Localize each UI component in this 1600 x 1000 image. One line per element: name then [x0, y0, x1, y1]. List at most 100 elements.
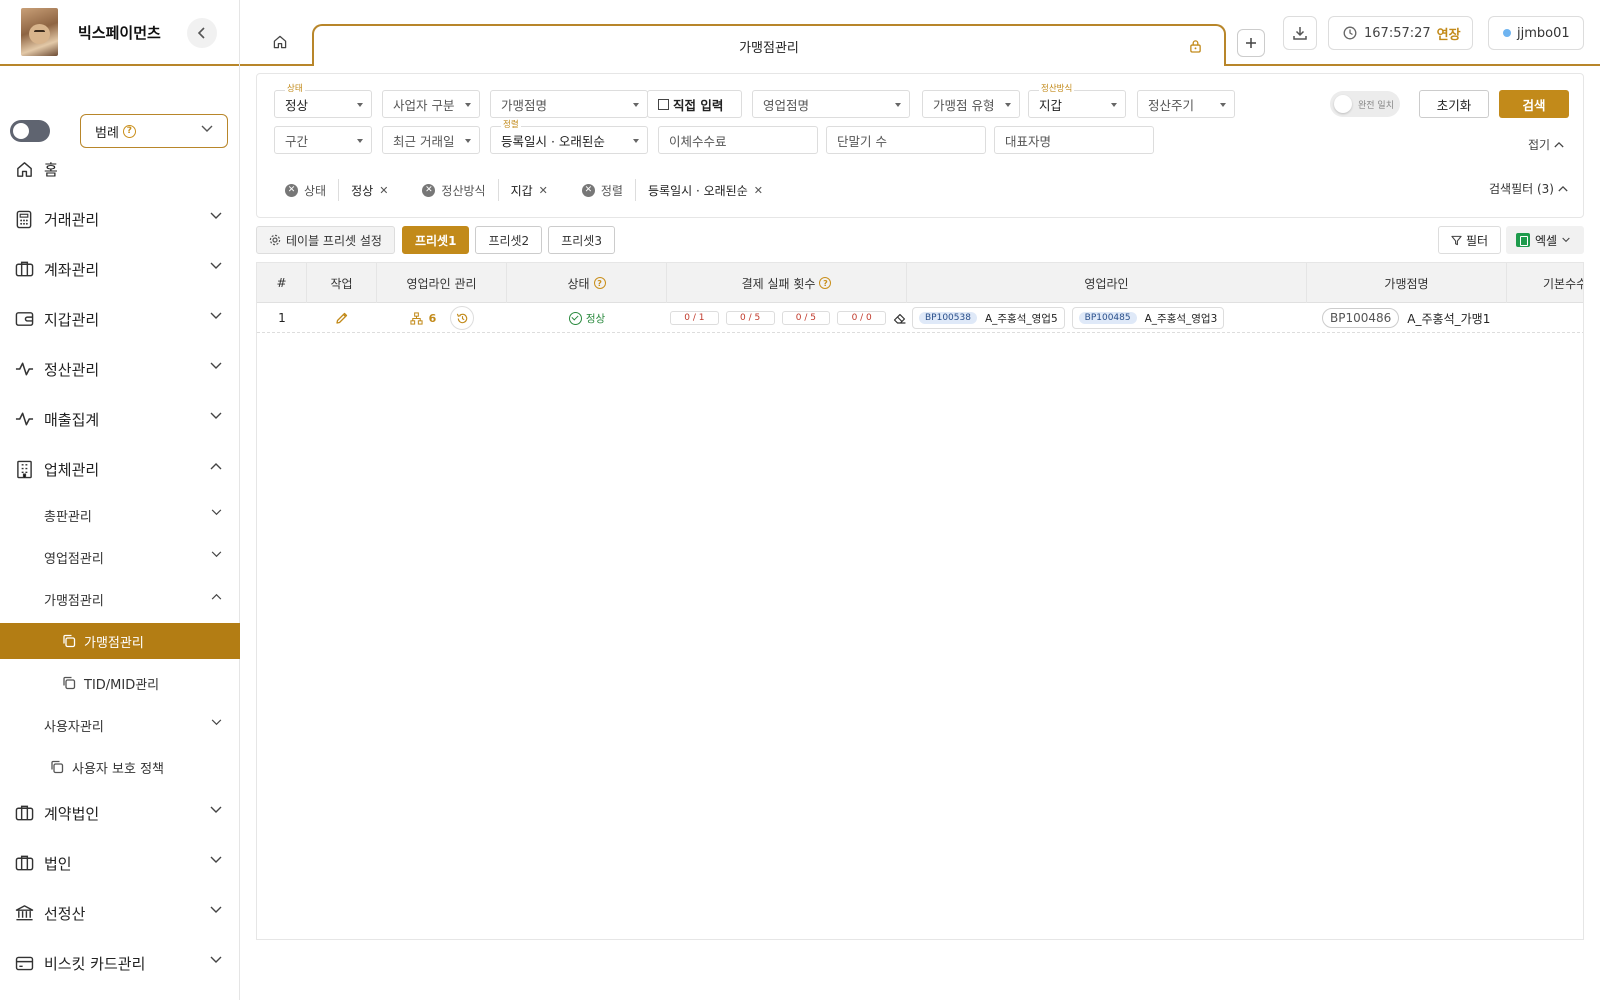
search-button[interactable]: 검색 [1499, 90, 1569, 118]
sidebar-item-biscuit-card[interactable]: 비스킷 카드관리 [0, 938, 240, 988]
sidebar-leaf-user-policy[interactable]: 사용자 보호 정책 [0, 746, 240, 788]
online-status-dot [1503, 29, 1511, 37]
excel-export-button[interactable]: 엑셀 [1506, 226, 1584, 254]
column-filter-button[interactable]: 필터 [1438, 226, 1502, 254]
sidebar-item-transactions[interactable]: 거래관리 [0, 194, 240, 244]
hierarchy-icon[interactable] [410, 311, 423, 325]
user-menu[interactable]: jjmbo01 [1488, 16, 1584, 50]
terminal-count-input[interactable]: 단말기 수 [826, 126, 986, 154]
sales-line-manage-cell: 6 [377, 303, 507, 333]
active-filter-chips: ✕ 상태 정상 ✕ ✕ 정산방식 지갑 ✕ ✕ 정렬 등록일시 · 오래된순 ✕ [285, 179, 781, 201]
merchant-type-select[interactable]: 가맹점 유형 [922, 90, 1020, 118]
table-row[interactable]: 1 6 정상 0 / 1 0 / 5 0 / 5 0 / 0 BP100538 … [257, 303, 1583, 333]
close-icon[interactable]: ✕ [379, 184, 388, 197]
edit-button[interactable] [307, 303, 377, 333]
settle-cycle-select[interactable]: 정산주기 [1137, 90, 1235, 118]
settle-method-select[interactable]: 정산방식 지갑 [1028, 82, 1126, 118]
chevron-left-icon [197, 27, 205, 39]
chevron-down-icon [210, 806, 222, 813]
sales-line-name: A_주홍석_영업5 [984, 312, 1058, 325]
sidebar-item-label: 거래관리 [44, 210, 100, 229]
exact-match-toggle[interactable]: 완전 일치 [1330, 91, 1400, 117]
close-icon[interactable]: ✕ [754, 184, 763, 197]
copy-icon [63, 634, 76, 648]
sidebar-item-label: 비스킷 카드관리 [44, 954, 146, 973]
recent-tx-select[interactable]: 최근 거래일 [382, 126, 480, 154]
theme-toggle[interactable] [10, 120, 50, 142]
chip-key: 정렬 [600, 183, 623, 198]
remove-filter-icon[interactable]: ✕ [422, 183, 436, 197]
sort-select[interactable]: 정렬 등록일시 · 오래된순 [490, 118, 648, 154]
sidebar-item-corp[interactable]: 법인 [0, 838, 240, 888]
history-button[interactable] [450, 306, 475, 330]
sidebar-item-contract-corp[interactable]: 계약법인 [0, 788, 240, 838]
sales-name-placeholder: 영업점명 [763, 97, 810, 113]
column-header-merchant-name[interactable]: 가맹점명 [1307, 263, 1507, 303]
home-tab[interactable] [272, 34, 288, 54]
close-icon[interactable]: ✕ [539, 184, 548, 197]
chevron-down-icon [211, 719, 222, 726]
eraser-icon[interactable] [893, 312, 907, 325]
column-header-index[interactable]: # [257, 263, 307, 303]
brand-avatar [21, 8, 58, 56]
merchant-name-select[interactable]: 가맹점명 [490, 90, 648, 118]
sidebar-item-sales-summary[interactable]: 매출집계 [0, 394, 240, 444]
merchant-type-placeholder: 가맹점 유형 [933, 97, 995, 113]
search-filter-toggle[interactable]: 검색필터 (3) [1489, 180, 1568, 197]
legend-select[interactable]: 범례 ? [80, 114, 228, 148]
sales-line-tag[interactable]: BP100538 A_주홍석_영업5 [912, 307, 1065, 329]
biz-type-select[interactable]: 사업자 구분 [382, 90, 480, 118]
add-tab-button[interactable] [1237, 29, 1265, 57]
column-header-status[interactable]: 상태? [507, 263, 667, 303]
home-icon [16, 161, 32, 177]
transfer-fee-input[interactable]: 이체수수료 [658, 126, 818, 154]
column-header-action[interactable]: 작업 [307, 263, 377, 303]
fail-count-chip: 0 / 5 [781, 311, 831, 325]
column-header-sales-line[interactable]: 영업라인 [907, 263, 1307, 303]
preset-3-button[interactable]: 프리셋3 [548, 226, 615, 254]
sidebar-item-pre-settlement[interactable]: 선정산 [0, 888, 240, 938]
sidebar-leaf-merchant-management[interactable]: 가맹점관리 [0, 623, 240, 659]
sidebar-subitem-merchant[interactable]: 가맹점관리 [0, 578, 240, 620]
lock-icon[interactable] [1189, 39, 1202, 53]
sales-name-select[interactable]: 영업점명 [752, 90, 910, 118]
tab-merchant-management[interactable]: 가맹점관리 [312, 24, 1226, 66]
remove-filter-icon[interactable]: ✕ [581, 183, 595, 197]
ceo-name-input[interactable]: 대표자명 [994, 126, 1154, 154]
sidebar-item-wallet[interactable]: 지갑관리 [0, 294, 240, 344]
table-preset-settings-button[interactable]: 테이블 프리셋 설정 [256, 226, 395, 254]
reset-button[interactable]: 초기화 [1419, 90, 1489, 118]
fold-filters-button[interactable]: 접기 [1528, 136, 1564, 153]
direct-input-label: 직접 입력 [673, 97, 724, 113]
fail-count-chip: 0 / 0 [837, 311, 887, 325]
sort-select-value: 등록일시 · 오래된순 [501, 133, 605, 149]
preset-2-button[interactable]: 프리셋2 [475, 226, 543, 254]
exact-match-label: 완전 일치 [1358, 100, 1394, 111]
sidebar-item-label: 선정산 [44, 904, 86, 923]
sidebar-item-settlement[interactable]: 정산관리 [0, 344, 240, 394]
sidebar-leaf-tid-mid[interactable]: TID/MID관리 [0, 662, 240, 704]
sidebar-subitem-sales-office[interactable]: 영업점관리 [0, 536, 240, 578]
merchant-code-tag[interactable]: BP100486 [1322, 308, 1400, 328]
remove-filter-icon[interactable]: ✕ [285, 183, 298, 197]
section-select[interactable]: 구간 [274, 126, 372, 154]
sidebar-subitem-distributor[interactable]: 총판관리 [0, 494, 240, 536]
sidebar-subitem-user[interactable]: 사용자관리 [0, 704, 240, 746]
status-select[interactable]: 상태 정상 [274, 82, 372, 118]
extend-session-link[interactable]: 연장 [1437, 24, 1461, 43]
column-header-sales-line-manage[interactable]: 영업라인 관리 [377, 263, 507, 303]
status-select-label: 상태 [285, 82, 305, 94]
direct-input-checkbox[interactable]: 직접 입력 [647, 90, 742, 118]
sales-line-tag[interactable]: BP100485 A_주홍석_영업3 [1071, 307, 1225, 329]
briefcase-icon [15, 855, 33, 871]
download-button[interactable] [1283, 16, 1317, 50]
sidebar-item-company[interactable]: 업체관리 [0, 444, 240, 494]
column-header-base-fee[interactable]: 기본수수 [1507, 263, 1583, 303]
sidebar-item-home[interactable]: 홈 [0, 144, 240, 194]
preset-1-button[interactable]: 프리셋1 [401, 226, 470, 254]
column-header-fail-count[interactable]: 결제 실패 횟수? [667, 263, 907, 303]
sidebar-item-accounts[interactable]: 계좌관리 [0, 244, 240, 294]
sales-line-cell: BP100538 A_주홍석_영업5 BP100485 A_주홍석_영업3 [912, 303, 1307, 333]
collapse-sidebar-button[interactable] [187, 18, 217, 48]
session-timer[interactable]: 167:57:27 연장 [1328, 16, 1473, 50]
